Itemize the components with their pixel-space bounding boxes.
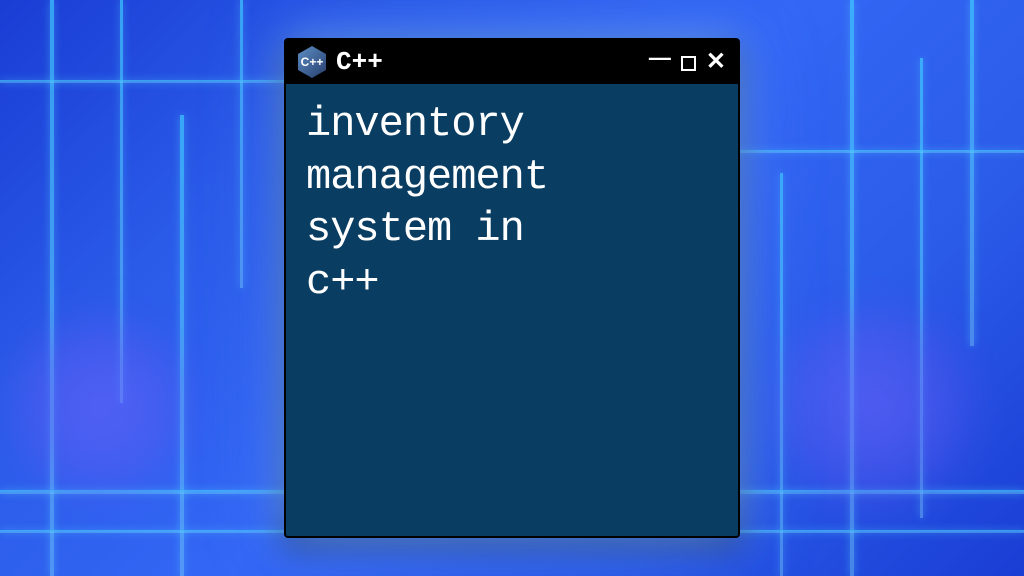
- window-controls: — ✕: [649, 50, 726, 74]
- terminal-content: inventory management system in c++: [286, 84, 738, 536]
- close-button[interactable]: ✕: [706, 50, 726, 74]
- cpp-logo-icon: C++: [298, 46, 326, 78]
- minimize-button[interactable]: —: [649, 47, 671, 69]
- logo-text: C++: [301, 55, 324, 69]
- window-title: C++: [336, 47, 639, 77]
- maximize-button[interactable]: [681, 51, 696, 73]
- titlebar[interactable]: C++ C++ — ✕: [286, 40, 738, 84]
- terminal-window: C++ C++ — ✕ inventory management system …: [284, 38, 740, 538]
